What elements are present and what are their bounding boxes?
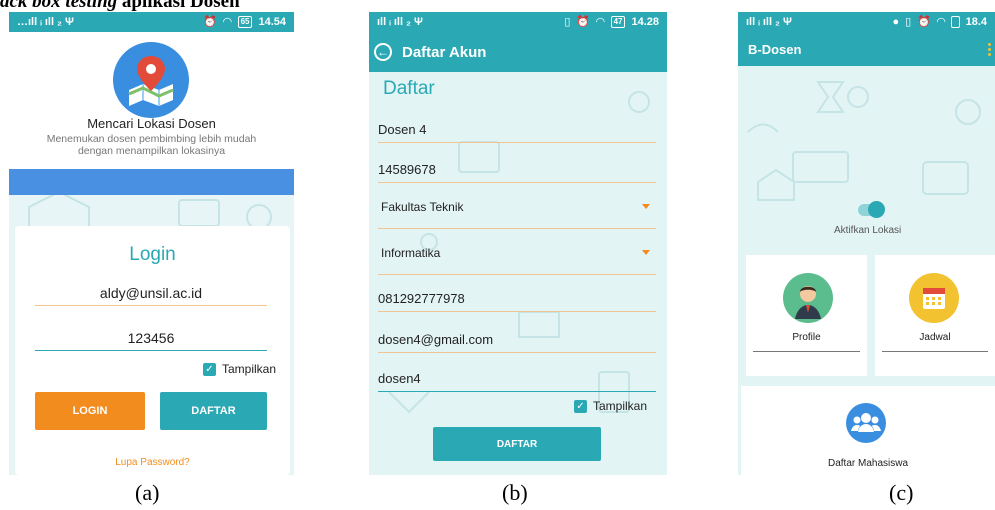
phone-input[interactable]: 081292777978 bbox=[378, 291, 656, 312]
prodi-select[interactable]: Informatika bbox=[378, 246, 656, 275]
battery-icon: 65 bbox=[237, 16, 253, 28]
caption-italic: ack box testing bbox=[0, 0, 118, 12]
clock: 14.28 bbox=[631, 16, 659, 28]
app-bar-title: B-Dosen bbox=[748, 41, 802, 57]
status-bar: …ıll ᵢ ıll ₂ Ψ ⏰ ◠ 65 14.54 bbox=[9, 12, 294, 32]
calendar-icon bbox=[909, 273, 959, 323]
wifi-icon: ◠ bbox=[596, 15, 605, 28]
schedule-tile[interactable]: Jadwal bbox=[875, 255, 995, 376]
app-bar: ← Daftar Akun bbox=[369, 32, 667, 72]
show-password-label: Tampilkan bbox=[592, 399, 647, 413]
group-users-icon bbox=[846, 403, 886, 443]
checkbox-checked-icon[interactable]: ✓ bbox=[202, 362, 216, 376]
map-pin-logo-icon bbox=[113, 42, 189, 118]
schedule-tile-label: Jadwal bbox=[919, 332, 951, 343]
email-input[interactable]: aldy@unsil.ac.id bbox=[35, 285, 267, 306]
app-subtitle: Menemukan dosen pembimbing lebih mudah d… bbox=[9, 133, 294, 157]
alarm-icon: ⏰ bbox=[203, 15, 218, 28]
signal-icon: ıll ᵢ ıll ₂ Ψ bbox=[746, 15, 792, 28]
app-bar-title: Daftar Akun bbox=[402, 43, 487, 61]
login-card: Login aldy@unsil.ac.id 123456 ✓ Tampilka… bbox=[15, 226, 290, 475]
user-avatar-icon bbox=[783, 273, 833, 323]
tile-divider bbox=[882, 351, 988, 352]
dropdown-arrow-icon bbox=[642, 204, 650, 209]
show-password-label: Tampilkan bbox=[221, 362, 276, 376]
password-input[interactable]: 123456 bbox=[35, 330, 267, 351]
status-bar: ıll ᵢ ıll ₂ Ψ ▯ ⏰ ◠ 47 14.28 bbox=[369, 12, 667, 32]
clock: 14.54 bbox=[258, 16, 286, 28]
wifi-icon: ◠ bbox=[223, 15, 232, 28]
clock: 18.4 bbox=[965, 16, 987, 28]
alarm-icon: ⏰ bbox=[576, 15, 591, 28]
app-subtitle-line1: Menemukan dosen pembimbing lebih mudah bbox=[46, 133, 257, 145]
screen-login: …ıll ᵢ ıll ₂ Ψ ⏰ ◠ 65 14.54 Mencari Loka… bbox=[9, 12, 294, 475]
header-band bbox=[9, 169, 294, 195]
caption-bold: aplikasi Dosen bbox=[117, 0, 240, 12]
form-heading: Daftar bbox=[383, 78, 435, 99]
screen-dashboard: ıll ᵢ ıll ₂ Ψ ● ▯ ⏰ ◠ 18.4 B-Dosen Aktif… bbox=[738, 12, 995, 475]
app-title: Mencari Lokasi Dosen bbox=[87, 116, 216, 131]
location-toggle-label: Aktifkan Lokasi bbox=[834, 225, 902, 236]
show-password-row[interactable]: ✓ Tampilkan bbox=[573, 399, 647, 413]
students-tile-label: Daftar Mahasiswa bbox=[827, 458, 909, 469]
app-bar: B-Dosen bbox=[738, 32, 995, 66]
nip-input[interactable]: 14589678 bbox=[378, 162, 656, 183]
students-tile[interactable]: Daftar Mahasiswa bbox=[741, 386, 995, 475]
name-input[interactable]: Dosen 4 bbox=[378, 122, 656, 143]
signal-icon: …ıll ᵢ ıll ₂ Ψ bbox=[17, 15, 74, 28]
login-title: Login bbox=[129, 244, 176, 265]
location-icon: ● bbox=[892, 15, 900, 28]
signal-icon: ıll ᵢ ıll ₂ Ψ bbox=[377, 15, 423, 28]
checkbox-checked-icon[interactable]: ✓ bbox=[573, 399, 587, 413]
back-arrow-icon[interactable]: ← bbox=[374, 43, 392, 61]
app-subtitle-line2: dengan menampilkan lokasinya bbox=[77, 145, 226, 157]
battery-icon: 47 bbox=[610, 16, 626, 28]
label-b: (b) bbox=[502, 480, 528, 505]
register-button[interactable]: DAFTAR bbox=[433, 427, 601, 461]
profile-tile[interactable]: Profile bbox=[746, 255, 867, 376]
alarm-icon: ⏰ bbox=[917, 15, 931, 28]
tile-divider bbox=[753, 351, 860, 352]
fakultas-selected-value: Fakultas Teknik bbox=[381, 200, 464, 214]
vibrate-icon: ▯ bbox=[905, 15, 912, 28]
overflow-menu-icon[interactable] bbox=[988, 43, 991, 56]
label-c: (c) bbox=[889, 480, 914, 505]
login-button[interactable]: LOGIN bbox=[35, 392, 145, 430]
dropdown-arrow-icon bbox=[642, 250, 650, 255]
screen-register: ıll ᵢ ıll ₂ Ψ ▯ ⏰ ◠ 47 14.28 ← Daftar Ak… bbox=[369, 12, 667, 475]
location-toggle-knob[interactable] bbox=[868, 201, 885, 218]
label-a: (a) bbox=[135, 480, 160, 505]
forgot-password-link[interactable]: Lupa Password? bbox=[15, 457, 290, 468]
prodi-selected-value: Informatika bbox=[381, 246, 441, 260]
vibrate-icon: ▯ bbox=[564, 15, 571, 28]
password-input[interactable]: dosen4 bbox=[378, 371, 656, 392]
fakultas-select[interactable]: Fakultas Teknik bbox=[378, 200, 656, 229]
battery-icon bbox=[951, 16, 960, 28]
status-bar: ıll ᵢ ıll ₂ Ψ ● ▯ ⏰ ◠ 18.4 bbox=[738, 12, 995, 32]
wifi-icon: ◠ bbox=[936, 15, 946, 28]
register-button[interactable]: DAFTAR bbox=[160, 392, 267, 430]
profile-tile-label: Profile bbox=[792, 332, 821, 343]
email-input[interactable]: dosen4@gmail.com bbox=[378, 332, 656, 353]
show-password-row[interactable]: ✓ Tampilkan bbox=[202, 362, 276, 376]
